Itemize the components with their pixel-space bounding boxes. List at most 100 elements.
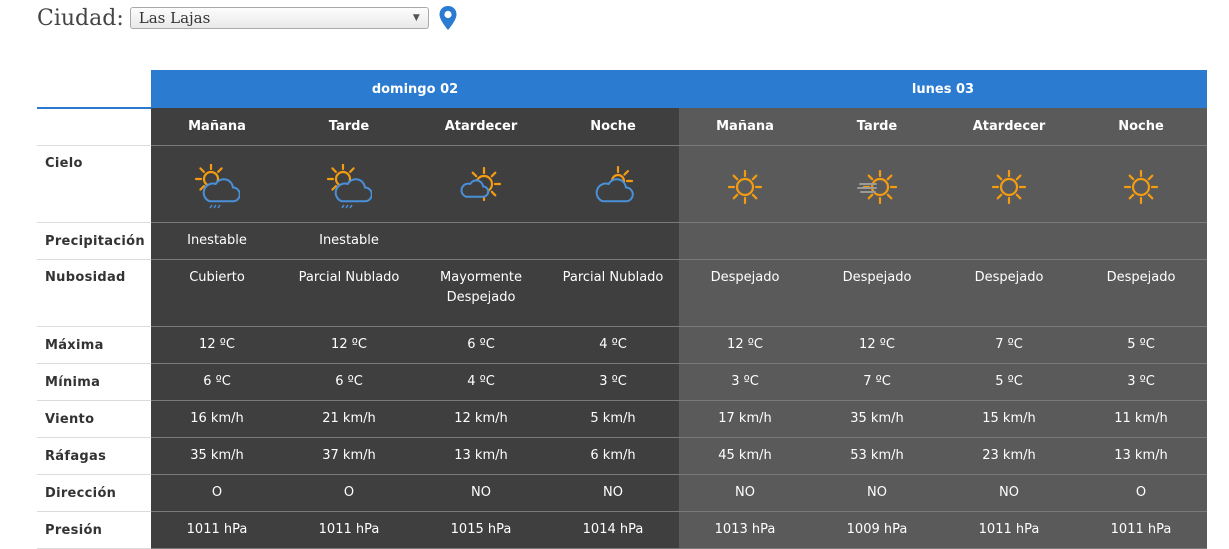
row-presion: Presión 1011 hPa 1011 hPa 1015 hPa 1014 hPa 1…: [37, 511, 1207, 549]
row-label-rafagas: Ráfagas: [37, 437, 151, 475]
precipitacion-cell: [943, 222, 1075, 260]
period-header-4: Mañana: [679, 108, 811, 146]
nubosidad-cell: Despejado: [679, 259, 811, 327]
period-header-row: Mañana Tarde Atardecer Noche Mañana Tarde Atar…: [37, 108, 1207, 146]
row-rafagas: Ráfagas 35 km/h 37 km/h 13 km/h 6 km/h 45 km/…: [37, 437, 1207, 475]
period-header-6: Atardecer: [943, 108, 1075, 146]
presion-cell: 1015 hPa: [415, 511, 547, 549]
row-label-viento: Viento: [37, 400, 151, 438]
row-cielo: Cielo: [37, 145, 1207, 223]
presion-cell: 1009 hPa: [811, 511, 943, 549]
chevron-down-icon: ▼: [412, 13, 420, 23]
sky-cell: [547, 145, 679, 223]
city-select-value: Las Lajas: [138, 9, 211, 27]
presion-cell: 1011 hPa: [1075, 511, 1207, 549]
maxima-cell: 4 ºC: [547, 326, 679, 364]
cloud-sun-icon: [595, 165, 634, 203]
row-maxima: Máxima 12 ºC 12 ºC 6 ºC 4 ºC 12 ºC 12 ºC 7 ºC 5 …: [37, 326, 1207, 364]
direccion-cell: NO: [415, 474, 547, 512]
presion-cell: 1011 hPa: [943, 511, 1075, 549]
nubosidad-line: Despejado: [974, 270, 1044, 285]
nubosidad-line: Despejado: [446, 290, 516, 305]
day-header-1[interactable]: lunes 03: [679, 70, 1207, 108]
minima-cell: 3 ºC: [547, 363, 679, 401]
rafagas-cell: 6 km/h: [547, 437, 679, 475]
row-label-precipitacion: Precipitación: [37, 222, 151, 260]
forecast-table: domingo 02 lunes 03 Mañana Tarde Atardecer No…: [37, 70, 1207, 549]
maxima-cell: 7 ºC: [943, 326, 1075, 364]
maxima-cell: 12 ºC: [811, 326, 943, 364]
city-select[interactable]: Las Lajas ▼: [129, 7, 429, 29]
day-header-0[interactable]: domingo 02: [151, 70, 679, 108]
direccion-cell: O: [151, 474, 283, 512]
rafagas-cell: 23 km/h: [943, 437, 1075, 475]
precipitacion-cell: [811, 222, 943, 260]
sun-wind-icon: [857, 169, 898, 205]
viento-cell: 12 km/h: [415, 400, 547, 438]
presion-cell: 1011 hPa: [283, 511, 415, 549]
row-viento: Viento 16 km/h 21 km/h 12 km/h 5 km/h 17 km/h…: [37, 400, 1207, 438]
direccion-cell: O: [1075, 474, 1207, 512]
period-header-0: Mañana: [151, 108, 283, 146]
row-label-minima: Mínima: [37, 363, 151, 401]
nubosidad-cell: Parcial Nublado: [283, 259, 415, 327]
viento-cell: 21 km/h: [283, 400, 415, 438]
direccion-cell: NO: [547, 474, 679, 512]
minima-cell: 5 ºC: [943, 363, 1075, 401]
direccion-cell: NO: [679, 474, 811, 512]
viento-cell: 17 km/h: [679, 400, 811, 438]
minima-cell: 3 ºC: [679, 363, 811, 401]
row-minima: Mínima 6 ºC 6 ºC 4 ºC 3 ºC 3 ºC 7 ºC 5 ºC 3 ºC: [37, 363, 1207, 401]
sun-icon: [727, 169, 763, 205]
viento-cell: 15 km/h: [943, 400, 1075, 438]
direccion-cell: NO: [943, 474, 1075, 512]
row-label-nubosidad: Nubosidad: [37, 259, 151, 327]
period-header-3: Noche: [547, 108, 679, 146]
nubosidad-line: Despejado: [1106, 270, 1176, 285]
sky-cell: [1075, 145, 1207, 223]
viento-cell: 16 km/h: [151, 400, 283, 438]
sky-cell: [415, 145, 547, 223]
sky-cell: [811, 145, 943, 223]
rafagas-cell: 13 km/h: [415, 437, 547, 475]
rafagas-cell: 37 km/h: [283, 437, 415, 475]
maxima-cell: 5 ºC: [1075, 326, 1207, 364]
nubosidad-cell: Mayormente Despejado: [415, 259, 547, 327]
sky-cell: [679, 145, 811, 223]
nubosidad-line: Mayormente: [440, 270, 522, 285]
map-pin-icon[interactable]: [438, 5, 458, 31]
sun-icon: [991, 169, 1027, 205]
rafagas-cell: 35 km/h: [151, 437, 283, 475]
direccion-cell: O: [283, 474, 415, 512]
presion-cell: 1013 hPa: [679, 511, 811, 549]
maxima-cell: 12 ºC: [151, 326, 283, 364]
minima-cell: 6 ºC: [283, 363, 415, 401]
maxima-cell: 12 ºC: [283, 326, 415, 364]
table-corner: [37, 70, 151, 109]
rafagas-cell: 53 km/h: [811, 437, 943, 475]
row-label-cielo: Cielo: [37, 145, 151, 223]
precipitacion-cell: Inestable: [151, 222, 283, 260]
direccion-cell: NO: [811, 474, 943, 512]
row-precipitacion: Precipitación Inestable Inestable: [37, 222, 1207, 260]
nubosidad-cell: Despejado: [811, 259, 943, 327]
rafagas-cell: 13 km/h: [1075, 437, 1207, 475]
nubosidad-cell: Despejado: [1075, 259, 1207, 327]
period-header-5: Tarde: [811, 108, 943, 146]
sky-cell: [151, 145, 283, 223]
nubosidad-line: Parcial Nublado: [298, 270, 400, 285]
nubosidad-line: Cubierto: [189, 270, 245, 285]
precipitacion-cell: [415, 222, 547, 260]
city-selector-bar: Ciudad: Las Lajas ▼: [37, 3, 458, 33]
viento-cell: 5 km/h: [547, 400, 679, 438]
nubosidad-line: Despejado: [842, 270, 912, 285]
sun-cloud-icon: [460, 166, 502, 202]
row-label-presion: Presión: [37, 511, 151, 549]
period-header-2: Atardecer: [415, 108, 547, 146]
period-header-1: Tarde: [283, 108, 415, 146]
nubosidad-cell: Despejado: [943, 259, 1075, 327]
sun-icon: [1123, 169, 1159, 205]
presion-cell: 1014 hPa: [547, 511, 679, 549]
row-label-maxima: Máxima: [37, 326, 151, 364]
day-header-row: domingo 02 lunes 03: [37, 70, 1207, 109]
